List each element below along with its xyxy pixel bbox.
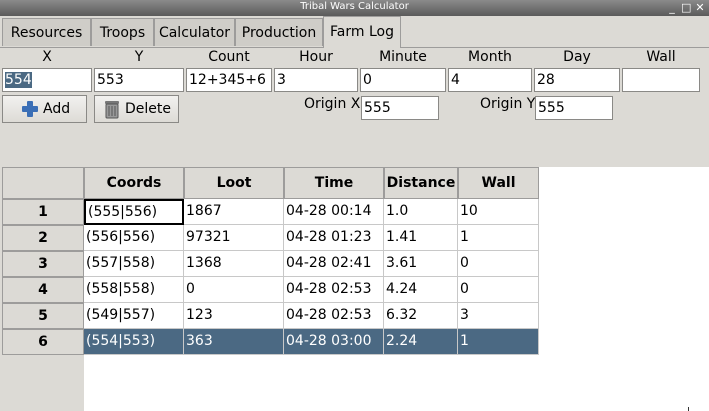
column-header-coords[interactable]: Coords (84, 167, 184, 199)
row-header[interactable]: 4 (2, 277, 84, 303)
column-header-wall[interactable]: Wall (458, 167, 539, 199)
cell-time[interactable]: 04-28 02:41 (284, 251, 384, 277)
origin-x-label: Origin X (304, 96, 361, 112)
cell-wall[interactable]: 0 (458, 277, 539, 303)
row-header[interactable]: 5 (2, 303, 84, 329)
tab-resources[interactable]: Resources (2, 18, 91, 46)
delete-button[interactable]: Delete (94, 95, 179, 123)
cell-distance[interactable]: 1.0 (384, 199, 458, 225)
cell-distance[interactable]: 4.24 (384, 277, 458, 303)
resize-grip (688, 407, 709, 411)
y-input[interactable]: 553 (94, 68, 184, 92)
origin-y-label: Origin Y (480, 96, 536, 112)
origin-y-input[interactable]: 555 (535, 96, 613, 120)
cell-time[interactable]: 04-28 02:53 (284, 277, 384, 303)
farm-log-table[interactable]: Coords Loot Time Distance Wall 1 (555|556… (2, 167, 709, 411)
row-header[interactable]: 1 (2, 199, 84, 225)
cell-wall[interactable]: 1 (458, 225, 539, 251)
cell-coords[interactable]: (549|557) (84, 303, 184, 329)
cell-wall[interactable]: 1 (458, 329, 539, 355)
origin-x-input[interactable]: 555 (361, 96, 439, 120)
tab-farm-log[interactable]: Farm Log (323, 16, 401, 48)
title-bar: Tribal Wars Calculator _ □ ✕ (0, 0, 709, 16)
month-input[interactable]: 4 (448, 68, 532, 92)
day-input[interactable]: 28 (534, 68, 620, 92)
wall-label: Wall (646, 49, 676, 65)
minimize-icon[interactable]: _ (667, 1, 677, 14)
close-icon[interactable]: ✕ (695, 1, 705, 14)
column-header-loot[interactable]: Loot (184, 167, 284, 199)
cell-wall[interactable]: 3 (458, 303, 539, 329)
minute-input[interactable]: 0 (360, 68, 446, 92)
cell-coords[interactable]: (555|556) (84, 199, 184, 225)
cell-coords[interactable]: (557|558) (84, 251, 184, 277)
hour-input[interactable]: 3 (274, 68, 358, 92)
day-label: Day (563, 49, 591, 65)
cell-time[interactable]: 04-28 01:23 (284, 225, 384, 251)
x-label: X (42, 49, 52, 65)
plus-icon (22, 101, 38, 117)
add-button[interactable]: Add (2, 95, 87, 123)
row-header[interactable]: 6 (2, 329, 84, 355)
cell-coords[interactable]: (556|556) (84, 225, 184, 251)
row-header[interactable]: 2 (2, 225, 84, 251)
x-input[interactable]: 554 (2, 68, 92, 92)
cell-coords[interactable]: (554|553) (84, 329, 184, 355)
column-header-time[interactable]: Time (284, 167, 384, 199)
cell-wall[interactable]: 10 (458, 199, 539, 225)
window-title: Tribal Wars Calculator (300, 1, 409, 12)
month-label: Month (468, 49, 512, 65)
cell-distance[interactable]: 1.41 (384, 225, 458, 251)
cell-coords[interactable]: (558|558) (84, 277, 184, 303)
cell-loot[interactable]: 97321 (184, 225, 284, 251)
column-header-distance[interactable]: Distance (384, 167, 458, 199)
cell-time[interactable]: 04-28 00:14 (284, 199, 384, 225)
trash-icon (105, 101, 119, 119)
minute-label: Minute (379, 49, 427, 65)
tab-troops[interactable]: Troops (91, 18, 154, 46)
y-label: Y (134, 49, 144, 65)
cell-loot[interactable]: 1368 (184, 251, 284, 277)
cell-wall[interactable]: 0 (458, 251, 539, 277)
wall-input[interactable] (622, 68, 700, 92)
cell-loot[interactable]: 123 (184, 303, 284, 329)
cell-distance[interactable]: 2.24 (384, 329, 458, 355)
count-input[interactable]: 12+345+6 (186, 68, 272, 92)
tab-bar: Resources Troops Calculator Production F… (0, 16, 709, 48)
delete-button-label: Delete (125, 101, 171, 117)
hour-label: Hour (299, 49, 333, 65)
tab-calculator[interactable]: Calculator (154, 18, 235, 46)
cell-loot[interactable]: 1867 (184, 199, 284, 225)
cell-loot[interactable]: 363 (184, 329, 284, 355)
row-header[interactable]: 3 (2, 251, 84, 277)
cell-time[interactable]: 04-28 03:00 (284, 329, 384, 355)
table-corner (2, 167, 84, 199)
tab-production[interactable]: Production (235, 18, 323, 46)
add-button-label: Add (43, 101, 71, 117)
cell-time[interactable]: 04-28 02:53 (284, 303, 384, 329)
cell-distance[interactable]: 3.61 (384, 251, 458, 277)
cell-loot[interactable]: 0 (184, 277, 284, 303)
maximize-icon[interactable]: □ (681, 1, 691, 14)
cell-distance[interactable]: 6.32 (384, 303, 458, 329)
count-label: Count (208, 49, 250, 65)
